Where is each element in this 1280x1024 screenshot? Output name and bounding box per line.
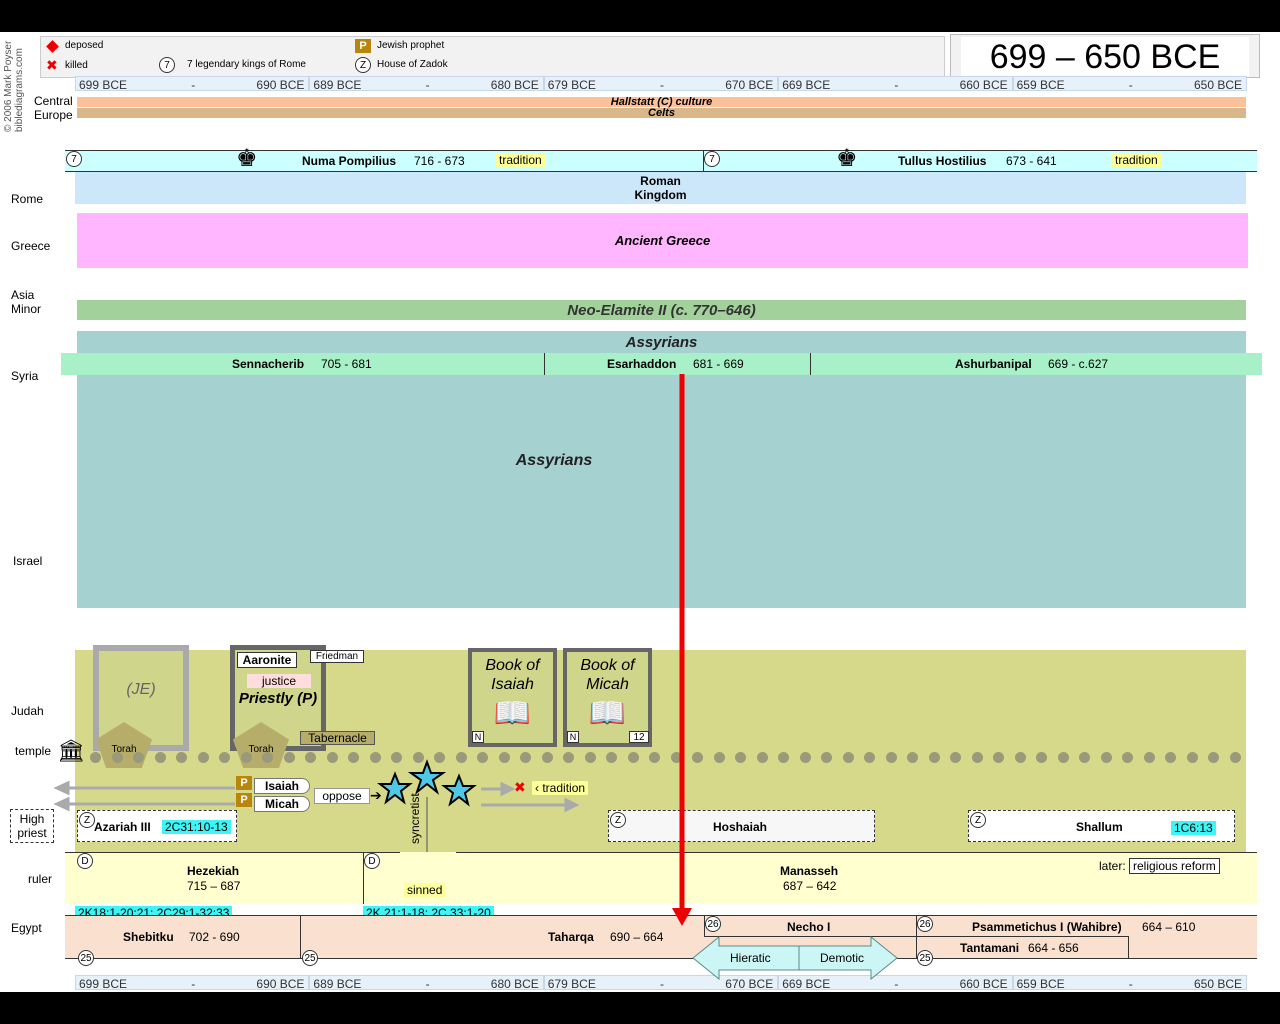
marker-arrowhead <box>672 908 692 926</box>
current-position-marker <box>672 374 692 926</box>
timeline-chart: © 2006 Mark Poyser biblediagrams.com dep… <box>0 32 1280 992</box>
